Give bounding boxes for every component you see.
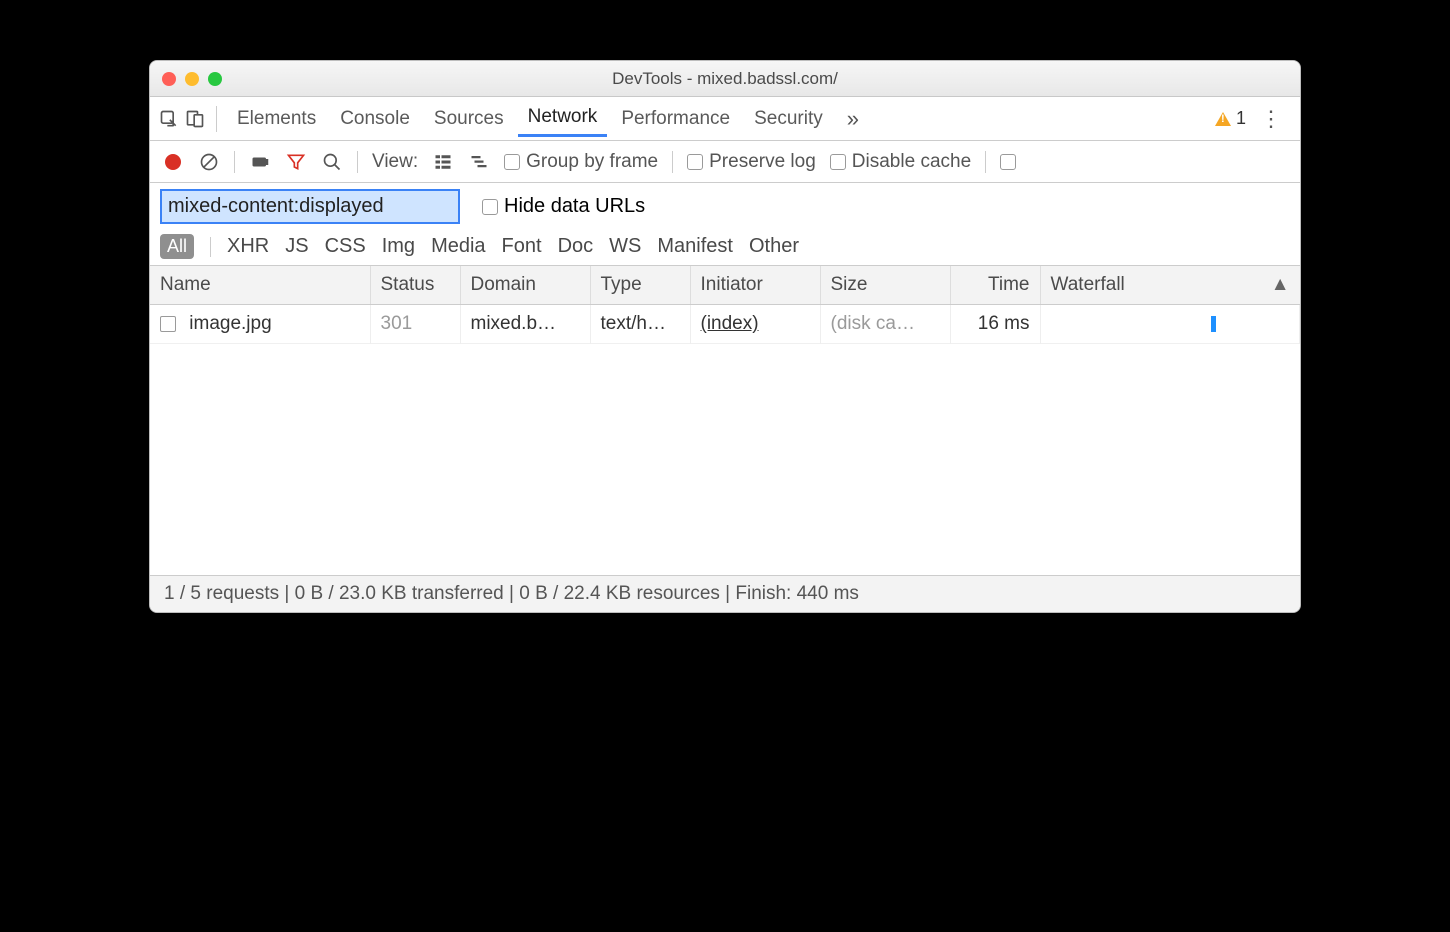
- requests-table: Name Status Domain Type Initiator Size T…: [150, 266, 1300, 576]
- warning-icon: [1215, 112, 1231, 126]
- devtools-window: DevTools - mixed.badssl.com/ Elements Co…: [149, 60, 1301, 613]
- resource-type-filters: All XHR JS CSS Img Media Font Doc WS Man…: [160, 234, 1290, 259]
- tab-console[interactable]: Console: [330, 102, 420, 136]
- col-name[interactable]: Name: [150, 266, 370, 305]
- col-domain[interactable]: Domain: [460, 266, 590, 305]
- col-time[interactable]: Time: [950, 266, 1040, 305]
- filter-icon[interactable]: [285, 151, 307, 173]
- warnings-badge[interactable]: 1: [1215, 108, 1246, 129]
- divider: [357, 151, 358, 173]
- filter-type-all[interactable]: All: [160, 234, 194, 259]
- cell-waterfall: [1040, 305, 1300, 344]
- screenshot-icon[interactable]: [249, 151, 271, 173]
- preserve-log-label: Preserve log: [709, 151, 816, 173]
- col-size[interactable]: Size: [820, 266, 950, 305]
- cell-size: (disk ca…: [820, 305, 950, 344]
- divider: [672, 151, 673, 173]
- divider: [234, 151, 235, 173]
- filter-type-other[interactable]: Other: [749, 235, 799, 258]
- kebab-menu-icon[interactable]: ⋮: [1250, 100, 1292, 138]
- status-text: 1 / 5 requests | 0 B / 23.0 KB transferr…: [164, 583, 859, 605]
- mac-titlebar: DevTools - mixed.badssl.com/: [150, 61, 1300, 97]
- record-button[interactable]: [162, 151, 184, 173]
- sort-ascending-icon: ▲: [1271, 274, 1290, 296]
- tab-performance[interactable]: Performance: [611, 102, 740, 136]
- disable-cache-label: Disable cache: [852, 151, 971, 173]
- filter-type-ws[interactable]: WS: [609, 235, 641, 258]
- inspect-element-icon[interactable]: [158, 108, 180, 130]
- toggle-device-toolbar-icon[interactable]: [184, 108, 206, 130]
- more-tabs-icon[interactable]: »: [837, 100, 869, 138]
- table-row[interactable]: image.jpg 301 mixed.b… text/h… (index) (…: [150, 305, 1300, 344]
- filter-type-doc[interactable]: Doc: [558, 235, 594, 258]
- file-icon: [160, 316, 176, 332]
- filter-input[interactable]: [160, 189, 460, 224]
- offline-checkbox-partial[interactable]: [1000, 154, 1022, 170]
- cell-domain: mixed.b…: [460, 305, 590, 344]
- filter-type-media[interactable]: Media: [431, 235, 485, 258]
- divider: [210, 237, 211, 257]
- window-title: DevTools - mixed.badssl.com/: [150, 69, 1300, 89]
- network-toolbar: View: Group by frame Preserve log Disabl…: [150, 141, 1300, 183]
- checkbox-icon: [504, 154, 520, 170]
- filter-type-img[interactable]: Img: [382, 235, 415, 258]
- status-bar: 1 / 5 requests | 0 B / 23.0 KB transferr…: [150, 576, 1300, 612]
- tab-sources[interactable]: Sources: [424, 102, 514, 136]
- tab-elements[interactable]: Elements: [227, 102, 326, 136]
- filter-type-manifest[interactable]: Manifest: [657, 235, 733, 258]
- filter-type-font[interactable]: Font: [502, 235, 542, 258]
- tab-network[interactable]: Network: [518, 100, 608, 137]
- divider: [985, 151, 986, 173]
- checkbox-icon: [482, 199, 498, 215]
- cell-time: 16 ms: [950, 305, 1040, 344]
- hide-data-urls-label: Hide data URLs: [504, 195, 645, 218]
- cell-initiator[interactable]: (index): [690, 305, 820, 344]
- warning-count: 1: [1236, 108, 1246, 129]
- checkbox-icon: [830, 154, 846, 170]
- filter-type-css[interactable]: CSS: [325, 235, 366, 258]
- filter-type-js[interactable]: JS: [285, 235, 308, 258]
- divider: [216, 106, 217, 132]
- search-icon[interactable]: [321, 151, 343, 173]
- tab-security[interactable]: Security: [744, 102, 833, 136]
- cell-status: 301: [370, 305, 460, 344]
- overview-icon[interactable]: [468, 151, 490, 173]
- devtools-tabs: Elements Console Sources Network Perform…: [150, 97, 1300, 141]
- filter-bar: Hide data URLs All XHR JS CSS Img Media …: [150, 183, 1300, 266]
- col-type[interactable]: Type: [590, 266, 690, 305]
- group-by-frame-checkbox[interactable]: Group by frame: [504, 151, 658, 173]
- hide-data-urls-checkbox[interactable]: Hide data URLs: [482, 195, 645, 218]
- filter-type-xhr[interactable]: XHR: [227, 235, 269, 258]
- group-by-frame-label: Group by frame: [526, 151, 658, 173]
- waterfall-bar: [1211, 316, 1216, 332]
- col-waterfall-label: Waterfall: [1051, 274, 1125, 295]
- preserve-log-checkbox[interactable]: Preserve log: [687, 151, 816, 173]
- view-label: View:: [372, 151, 418, 173]
- checkbox-icon: [1000, 154, 1016, 170]
- large-rows-icon[interactable]: [432, 151, 454, 173]
- col-status[interactable]: Status: [370, 266, 460, 305]
- clear-button[interactable]: [198, 151, 220, 173]
- checkbox-icon: [687, 154, 703, 170]
- col-initiator[interactable]: Initiator: [690, 266, 820, 305]
- cell-type: text/h…: [590, 305, 690, 344]
- disable-cache-checkbox[interactable]: Disable cache: [830, 151, 971, 173]
- col-waterfall[interactable]: Waterfall ▲: [1040, 266, 1300, 305]
- cell-name: image.jpg: [189, 313, 271, 334]
